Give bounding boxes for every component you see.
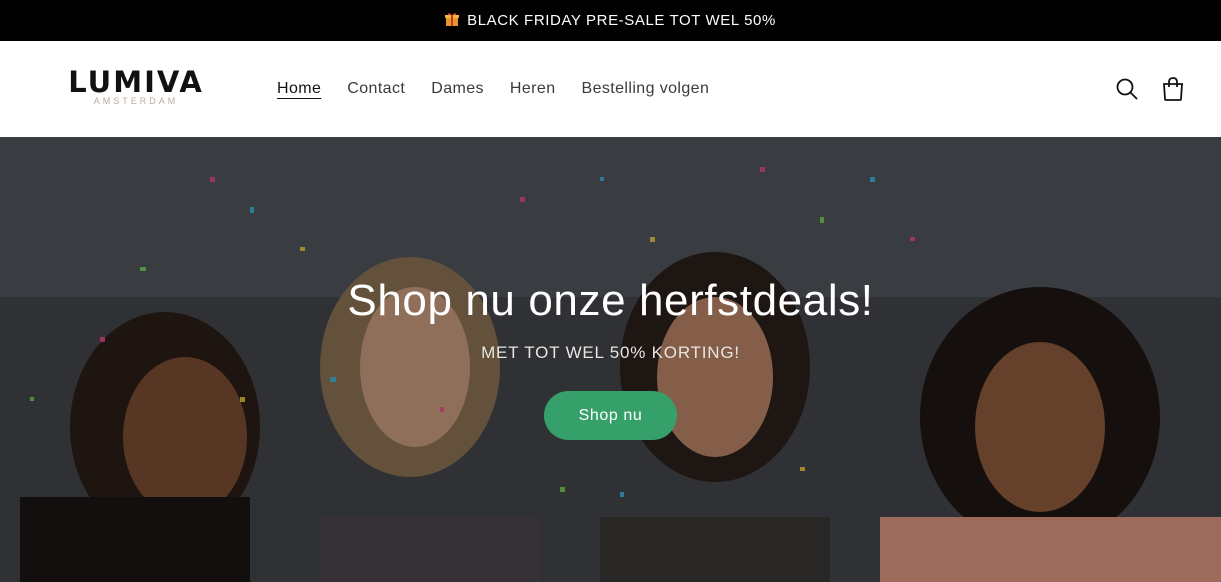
cart-icon[interactable]: [1161, 76, 1185, 102]
site-header: LUMIVA AMSTERDAM Home Contact Dames Here…: [0, 41, 1221, 137]
hero-banner: Shop nu onze herfstdeals! MET TOT WEL 50…: [0, 137, 1221, 582]
shop-now-button[interactable]: Shop nu: [544, 391, 677, 440]
nav-item-bestelling-volgen[interactable]: Bestelling volgen: [582, 80, 710, 98]
nav-item-heren[interactable]: Heren: [510, 80, 556, 98]
gift-icon: [445, 12, 460, 30]
hero-title: Shop nu onze herfstdeals!: [347, 276, 874, 325]
logo-wordmark: LUMIVA: [68, 65, 204, 99]
announcement-text: BLACK FRIDAY PRE-SALE TOT WEL 50%: [467, 12, 776, 29]
header-icons: [1115, 41, 1185, 137]
main-nav: Home Contact Dames Heren Bestelling volg…: [277, 41, 709, 137]
logo[interactable]: LUMIVA AMSTERDAM: [56, 67, 216, 106]
hero-subtitle: MET TOT WEL 50% KORTING!: [481, 343, 740, 362]
announcement-bar: BLACK FRIDAY PRE-SALE TOT WEL 50%: [0, 0, 1221, 41]
nav-item-dames[interactable]: Dames: [431, 80, 484, 98]
nav-item-contact[interactable]: Contact: [347, 80, 405, 98]
search-icon[interactable]: [1115, 77, 1139, 101]
nav-item-home[interactable]: Home: [277, 80, 321, 98]
hero-content: Shop nu onze herfstdeals! MET TOT WEL 50…: [0, 275, 1221, 440]
